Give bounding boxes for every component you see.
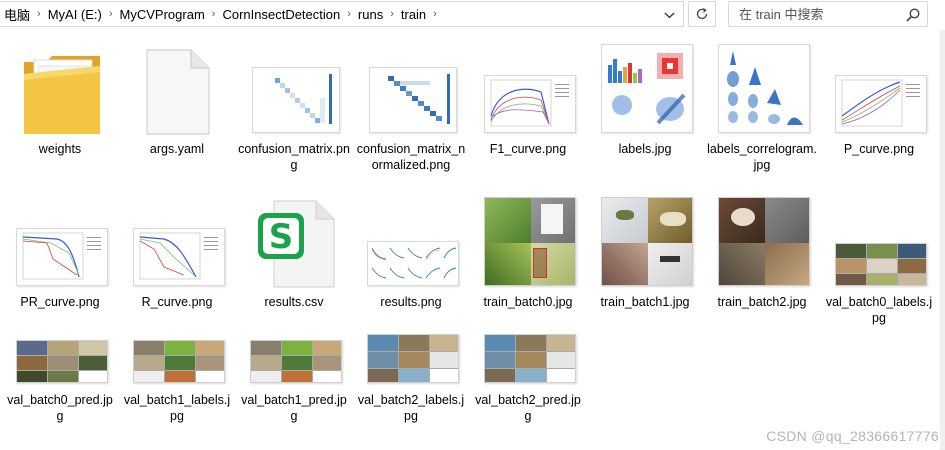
refresh-icon: [696, 7, 708, 20]
file-item[interactable]: P_curve.png: [823, 42, 935, 157]
file-item[interactable]: val_batch0_labels.jpg: [823, 195, 935, 326]
file-item[interactable]: F1_curve.png: [472, 42, 584, 157]
file-item[interactable]: val_batch1_labels.jpg: [121, 290, 233, 424]
chevron-down-icon[interactable]: [659, 5, 679, 25]
train-batch-thumbnail: [484, 197, 576, 286]
file-name: confusion_matrix.png: [238, 142, 350, 172]
search-box[interactable]: [728, 1, 928, 27]
val-batch-thumbnail: [484, 334, 576, 383]
file-name: val_batch1_labels.jpg: [123, 393, 231, 423]
chevron-right-icon[interactable]: ›: [387, 2, 397, 26]
document-icon: [146, 49, 210, 135]
val-batch-thumbnail: [835, 243, 927, 286]
scrollbar[interactable]: [940, 30, 945, 450]
p-curve-thumbnail: [835, 75, 927, 133]
val-batch-thumbnail: [367, 334, 459, 383]
file-item[interactable]: labels.jpg: [589, 42, 701, 157]
file-item[interactable]: train_batch2.jpg: [706, 195, 818, 310]
file-name: train_batch2.jpg: [717, 295, 807, 309]
file-item[interactable]: labels_correlogram.jpg: [706, 42, 818, 173]
file-item[interactable]: val_batch2_pred.jpg: [472, 290, 584, 424]
breadcrumb-computer[interactable]: 电脑: [0, 2, 34, 26]
val-batch-thumbnail: [133, 340, 225, 383]
file-name: confusion_matrix_normalized.png: [356, 142, 466, 172]
confusion-matrix-thumbnail: [252, 67, 340, 133]
file-item[interactable]: val_batch0_pred.jpg: [4, 290, 116, 424]
file-name: labels_correlogram.jpg: [707, 142, 817, 172]
file-name: val_batch1_pred.jpg: [241, 393, 347, 423]
chevron-right-icon[interactable]: ›: [430, 2, 440, 26]
svg-text:S: S: [269, 217, 294, 257]
file-name: val_batch2_labels.jpg: [357, 393, 465, 423]
f1-curve-thumbnail: [484, 75, 576, 133]
breadcrumb-corninsectdetection[interactable]: CornInsectDetection: [218, 2, 344, 26]
train-batch-thumbnail: [718, 197, 810, 286]
file-name: F1_curve.png: [489, 142, 567, 156]
spreadsheet-icon: S: [258, 200, 335, 288]
file-item[interactable]: val_batch1_pred.jpg: [238, 290, 350, 424]
labels-thumbnail: [601, 44, 693, 133]
file-item[interactable]: confusion_matrix.png: [238, 42, 350, 173]
file-name: train_batch1.jpg: [600, 295, 690, 309]
file-name: P_curve.png: [843, 142, 915, 156]
refresh-button[interactable]: [688, 1, 716, 27]
pr-curve-thumbnail: [16, 228, 108, 286]
file-name: val_batch2_pred.jpg: [475, 393, 581, 423]
file-name: labels.jpg: [618, 142, 672, 156]
navigation-bar: 电脑 › MyAI (E:) › MyCVProgram › CornInsec…: [0, 0, 945, 30]
search-icon[interactable]: [905, 7, 921, 23]
file-item[interactable]: weights: [4, 42, 116, 157]
file-item[interactable]: confusion_matrix_normalized.png: [355, 42, 467, 173]
breadcrumb-train[interactable]: train: [397, 2, 430, 26]
watermark: CSDN @qq_28366617776: [766, 428, 939, 444]
file-name: args.yaml: [149, 142, 205, 156]
file-name: val_batch0_pred.jpg: [7, 393, 113, 423]
address-bar[interactable]: 电脑 › MyAI (E:) › MyCVProgram › CornInsec…: [0, 1, 684, 27]
file-item[interactable]: val_batch2_labels.jpg: [355, 290, 467, 424]
results-thumbnail: [367, 241, 459, 286]
val-batch-thumbnail: [250, 340, 342, 383]
chevron-right-icon[interactable]: ›: [209, 2, 219, 26]
r-curve-thumbnail: [133, 228, 225, 286]
folder-icon: [24, 56, 100, 134]
breadcrumb-runs[interactable]: runs: [354, 2, 387, 26]
chevron-right-icon[interactable]: ›: [344, 2, 354, 26]
correlogram-thumbnail: [718, 44, 810, 133]
file-name: weights: [38, 142, 82, 156]
breadcrumb-mycvprogram[interactable]: MyCVProgram: [116, 2, 209, 26]
chevron-right-icon[interactable]: ›: [34, 2, 44, 26]
val-batch-thumbnail: [16, 340, 108, 383]
confusion-matrix-thumbnail: [369, 67, 457, 133]
train-batch-thumbnail: [601, 197, 693, 286]
chevron-right-icon[interactable]: ›: [106, 2, 116, 26]
search-input[interactable]: [739, 6, 899, 22]
breadcrumb-drive[interactable]: MyAI (E:): [44, 2, 106, 26]
file-item[interactable]: train_batch1.jpg: [589, 195, 701, 310]
file-name: val_batch0_labels.jpg: [825, 295, 933, 325]
file-item[interactable]: args.yaml: [121, 42, 233, 157]
